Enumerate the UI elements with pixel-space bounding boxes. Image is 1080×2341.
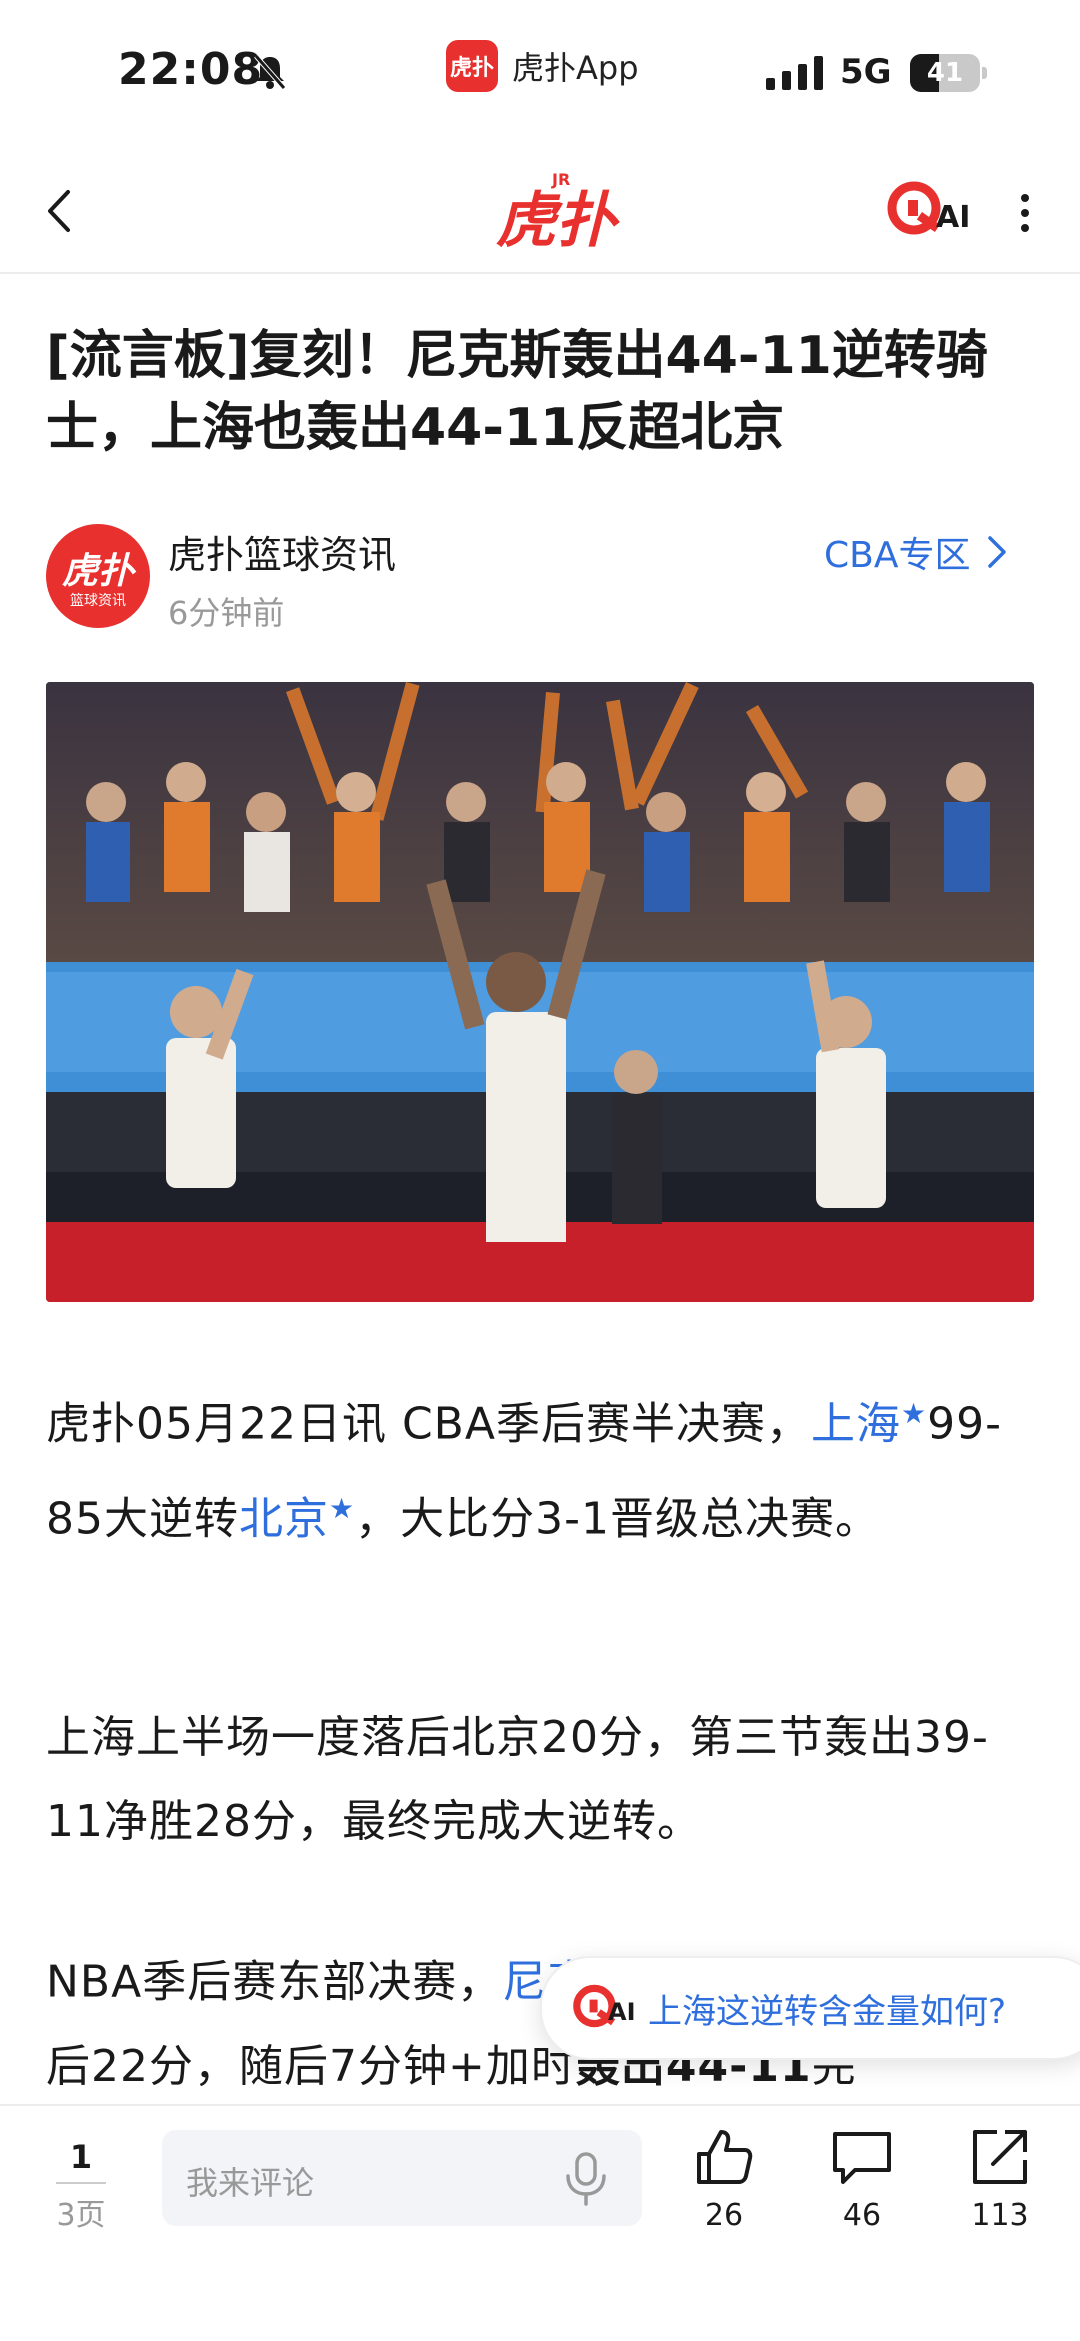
return-to-app-indicator[interactable]: 虎扑 虎扑App xyxy=(446,40,639,92)
share-count: 113 xyxy=(971,2198,1029,2233)
article-title: [流言板]复刻！尼克斯轰出44-11逆转骑士，上海也轰出44-11反超北京 xyxy=(46,326,988,458)
paragraph3-text: NBA季后赛东部决赛， xyxy=(46,1956,503,2008)
ai-pill-logo: AI xyxy=(572,1978,638,2038)
page-indicator[interactable]: 1 3页 xyxy=(46,2138,116,2234)
share-button[interactable]: 113 xyxy=(950,2124,1050,2233)
comment-placeholder: 我来评论 xyxy=(186,2164,315,2202)
cellular-signal-icon xyxy=(766,56,823,90)
section-link-label: CBA专区 xyxy=(824,535,971,576)
author-avatar[interactable]: 虎扑 篮球资讯 xyxy=(46,524,150,628)
like-count: 26 xyxy=(704,2198,744,2233)
comment-input[interactable]: 我来评论 xyxy=(162,2130,642,2226)
hupu-app-icon: 虎扑 xyxy=(446,40,498,92)
avatar-subtitle: 篮球资讯 xyxy=(70,593,126,609)
paragraph1-result: ，大比分3-1晋级总决赛。 xyxy=(355,1493,880,1545)
ai-assistant-button[interactable]: AI xyxy=(886,178,976,244)
battery-icon: 41 xyxy=(910,54,987,92)
ai-question-pill[interactable]: AI 上海这逆转含金量如何? xyxy=(540,1956,1080,2060)
like-button[interactable]: 26 xyxy=(674,2124,774,2233)
top-nav-bar: 虎扑 JR AI xyxy=(0,150,1080,274)
article-paragraph-1: 虎扑05月22日讯 CBA季后赛半决赛，上海★99-85大逆转北京★，大比分3-… xyxy=(46,1372,1036,1561)
ai-pill-label: AI xyxy=(608,1998,636,2026)
page-divider xyxy=(56,2182,106,2184)
hupu-logo-jr: JR xyxy=(552,170,571,189)
team-link-beijing[interactable]: 北京 xyxy=(239,1493,329,1544)
comments-button[interactable]: 46 xyxy=(812,2124,912,2233)
bell-muted-icon xyxy=(254,54,286,90)
bottom-toolbar: 1 3页 我来评论 26 46 113 xyxy=(0,2104,1080,2341)
clock: 22:08 xyxy=(118,44,264,95)
article-photo[interactable] xyxy=(46,682,1034,1302)
post-timestamp: 6分钟前 xyxy=(168,594,285,632)
page-current: 1 xyxy=(69,2138,93,2176)
network-type: 5G xyxy=(840,52,892,92)
comment-count: 46 xyxy=(842,2198,882,2233)
page-total: 3页 xyxy=(56,2198,106,2233)
microphone-icon[interactable] xyxy=(558,2150,614,2208)
star-icon: ★ xyxy=(900,1397,928,1430)
avatar-logo-text: 虎扑 xyxy=(61,551,134,592)
back-arrow-icon[interactable] xyxy=(40,186,80,236)
cba-section-link[interactable]: CBA专区 xyxy=(824,526,1008,578)
chevron-right-icon xyxy=(988,536,1007,568)
basketball-celebration-image xyxy=(46,682,1034,1302)
battery-percent: 41 xyxy=(926,58,964,88)
comment-bubble-icon xyxy=(833,2132,891,2184)
thumbs-up-icon xyxy=(697,2130,753,2184)
team-link-shanghai[interactable]: 上海 xyxy=(811,1399,901,1450)
article-paragraph-2: 上海上半场一度落后北京20分，第三节轰出39-11净胜28分，最终完成大逆转。 xyxy=(46,1712,989,1847)
app-name: 虎扑App xyxy=(512,49,639,87)
paragraph1-text: 虎扑05月22日讯 CBA季后赛半决赛， xyxy=(46,1398,811,1450)
more-options-icon[interactable] xyxy=(1010,188,1040,238)
ai-label: AI xyxy=(936,200,971,235)
star-icon: ★ xyxy=(329,1491,356,1525)
share-icon xyxy=(973,2130,1027,2184)
status-bar: 22:08 虎扑 虎扑App 5G 41 xyxy=(0,0,1080,140)
author-name[interactable]: 虎扑篮球资讯 xyxy=(168,524,396,579)
ai-question-text: 上海这逆转含金量如何? xyxy=(648,1991,1007,2032)
